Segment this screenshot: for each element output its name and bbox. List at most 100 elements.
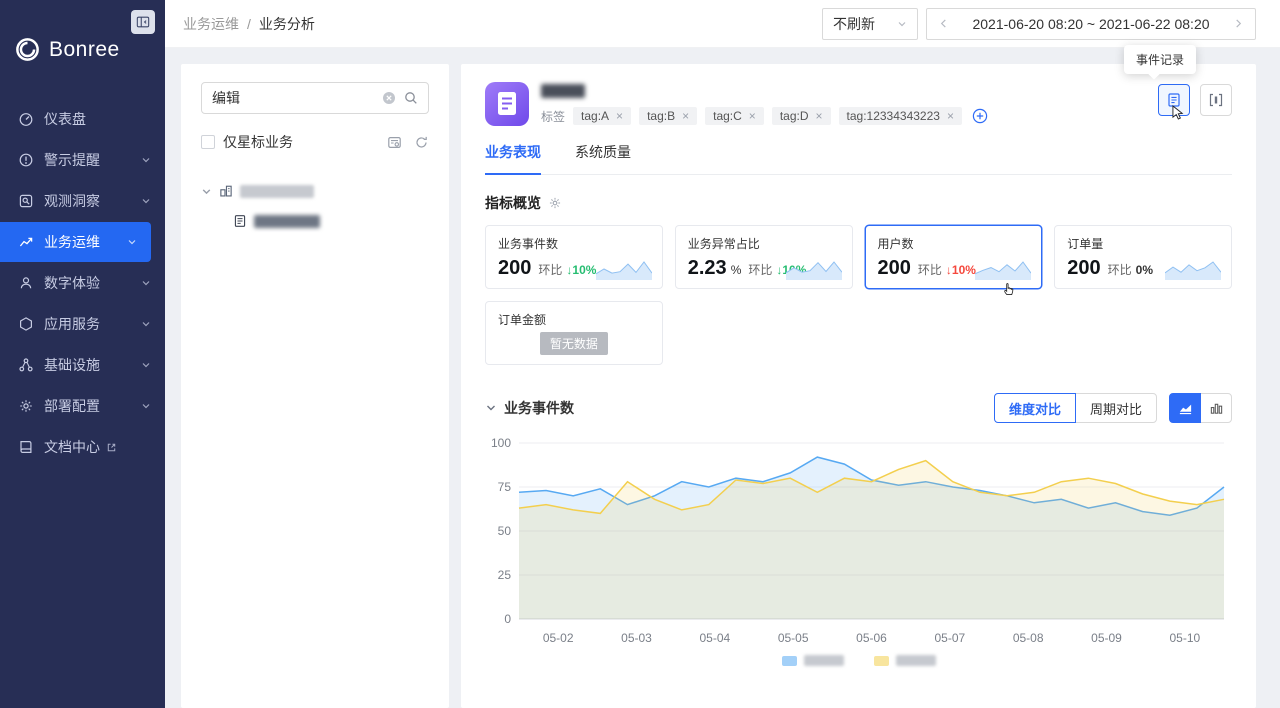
redacted-business-name	[254, 215, 320, 228]
breadcrumb-parent[interactable]: 业务运维	[183, 14, 239, 34]
breadcrumb-separator: /	[247, 16, 251, 32]
section-collapse-chevron-icon[interactable]	[485, 402, 497, 414]
sidebar-item-label: 基础设施	[44, 355, 100, 375]
sparkline-chart	[786, 258, 842, 280]
sidebar-item-label: 警示提醒	[44, 150, 100, 170]
chart-container: 025507510005-0205-0305-0405-0505-0605-07…	[485, 431, 1232, 666]
tag-row: 标签 tag:A× tag:B× tag:C× tag:D× tag:12334…	[541, 107, 988, 125]
tree-toolbar	[387, 135, 429, 150]
refresh-interval-value: 不刷新	[833, 14, 875, 34]
compare-label: 环比	[748, 261, 772, 278]
add-tag-icon[interactable]	[972, 108, 988, 124]
star-filter-label: 仅星标业务	[223, 132, 293, 152]
split-view-button[interactable]	[1200, 84, 1232, 116]
collapse-menu-icon	[136, 15, 150, 29]
period-compare-button[interactable]: 周期对比	[1075, 393, 1157, 423]
sidebar-item-business-ops[interactable]: 业务运维	[0, 222, 151, 262]
sidebar-item-label: 文档中心	[44, 437, 100, 457]
clear-input-icon[interactable]	[382, 91, 396, 105]
bonree-logo-icon	[14, 36, 41, 63]
dimension-compare-button[interactable]: 维度对比	[994, 393, 1076, 423]
tree-node-business[interactable]	[233, 206, 429, 236]
tree-node-group[interactable]	[201, 176, 429, 206]
svg-text:05-03: 05-03	[621, 631, 652, 645]
prev-range-icon[interactable]	[939, 18, 948, 29]
batch-settings-icon[interactable]	[387, 135, 402, 150]
metric-card-business-events[interactable]: 业务事件数 200 环比 ↓10%	[485, 225, 663, 289]
business-tree-panel: 仅星标业务	[181, 64, 449, 708]
refresh-interval-select[interactable]: 不刷新	[822, 8, 918, 40]
legend-item-series2[interactable]	[874, 655, 936, 666]
legend-item-series1[interactable]	[782, 655, 844, 666]
search-icon[interactable]	[404, 91, 418, 105]
tag-close-icon[interactable]: ×	[947, 110, 954, 122]
gear-icon	[18, 398, 34, 414]
metric-card-order-amount[interactable]: 订单金额 暂无数据	[485, 301, 663, 365]
tag-chip: tag:D×	[772, 107, 831, 125]
business-app-icon	[485, 82, 529, 126]
area-chart-toggle-button[interactable]	[1169, 393, 1201, 423]
svg-text:05-10: 05-10	[1169, 631, 1200, 645]
business-detail-panel: 标签 tag:A× tag:B× tag:C× tag:D× tag:12334…	[461, 64, 1256, 708]
svg-text:05-07: 05-07	[934, 631, 965, 645]
event-record-button[interactable]	[1158, 84, 1190, 116]
metric-card-error-ratio[interactable]: 业务异常占比 2.23 % 环比 ↓10%	[675, 225, 853, 289]
tag-chip: tag:B ×	[639, 107, 697, 125]
business-header: 标签 tag:A× tag:B× tag:C× tag:D× tag:12334…	[485, 82, 1232, 126]
metric-card-title: 业务异常占比	[688, 235, 840, 252]
search-input[interactable]	[212, 90, 374, 106]
sidebar-item-digital-experience[interactable]: 数字体验	[0, 263, 165, 303]
redacted-legend-label	[896, 655, 936, 666]
user-icon	[18, 275, 34, 291]
tag-close-icon[interactable]: ×	[682, 110, 689, 122]
compare-label: 环比	[1108, 261, 1132, 278]
redacted-legend-label	[804, 655, 844, 666]
metric-card-users[interactable]: 用户数 200 环比 ↓10%	[865, 225, 1043, 289]
topbar-controls: 不刷新 2021-06-20 08:20 ~ 2021-06-22 08:20	[822, 8, 1256, 40]
date-range-picker[interactable]: 2021-06-20 08:20 ~ 2021-06-22 08:20	[926, 8, 1256, 40]
business-tree	[201, 176, 429, 236]
metric-card-title: 订单金额	[498, 311, 650, 328]
next-range-icon[interactable]	[1234, 18, 1243, 29]
sidebar-item-observe[interactable]: 观测洞察	[0, 181, 165, 221]
tab-business-performance[interactable]: 业务表现	[485, 142, 541, 175]
metric-value: 200	[498, 257, 531, 280]
svg-text:05-08: 05-08	[1013, 631, 1044, 645]
sidebar-item-deploy-config[interactable]: 部署配置	[0, 386, 165, 426]
metrics-title: 指标概览	[485, 193, 541, 213]
compare-mode-group: 维度对比 周期对比	[994, 393, 1157, 423]
sparkline-chart	[975, 258, 1031, 280]
sidebar-item-dashboard[interactable]: 仪表盘	[0, 99, 165, 139]
svg-text:25: 25	[498, 568, 512, 582]
event-record-doc-icon	[1166, 92, 1182, 108]
tag-close-icon[interactable]: ×	[816, 110, 823, 122]
metric-card-orders[interactable]: 订单量 200 环比 0%	[1054, 225, 1232, 289]
svg-text:05-02: 05-02	[543, 631, 574, 645]
chart-section-title: 业务事件数	[504, 398, 574, 418]
sidebar-item-docs-center[interactable]: 文档中心	[0, 427, 165, 467]
metrics-settings-gear-icon[interactable]	[548, 196, 562, 210]
chevron-down-icon	[141, 319, 151, 329]
redacted-business-title	[541, 84, 585, 98]
sidebar-item-alerts[interactable]: 警示提醒	[0, 140, 165, 180]
tree-expand-chevron-icon[interactable]	[201, 186, 212, 197]
star-filter-checkbox[interactable]	[201, 135, 215, 149]
main-column: 业务运维 / 业务分析 不刷新 2021-06-20 08:20 ~ 2021-…	[165, 0, 1280, 708]
tag-close-icon[interactable]: ×	[749, 110, 756, 122]
sidebar-item-app-services[interactable]: 应用服务	[0, 304, 165, 344]
tag-text: tag:B	[647, 109, 675, 123]
sidebar-item-infrastructure[interactable]: 基础设施	[0, 345, 165, 385]
sidebar-collapse-button[interactable]	[131, 10, 155, 34]
tag-close-icon[interactable]: ×	[616, 110, 623, 122]
tag-text: tag:A	[581, 109, 609, 123]
refresh-icon[interactable]	[414, 135, 429, 150]
svg-text:75: 75	[498, 480, 512, 494]
bar-chart-toggle-button[interactable]	[1200, 393, 1232, 423]
legend-swatch-yellow	[874, 656, 889, 666]
topbar: 业务运维 / 业务分析 不刷新 2021-06-20 08:20 ~ 2021-…	[165, 0, 1280, 48]
breadcrumb-current: 业务分析	[259, 14, 315, 34]
business-meta: 标签 tag:A× tag:B× tag:C× tag:D× tag:12334…	[541, 82, 988, 126]
tab-system-quality[interactable]: 系统质量	[575, 142, 631, 174]
chevron-down-icon	[141, 196, 151, 206]
main-chart: 025507510005-0205-0305-0405-0505-0605-07…	[485, 431, 1232, 653]
